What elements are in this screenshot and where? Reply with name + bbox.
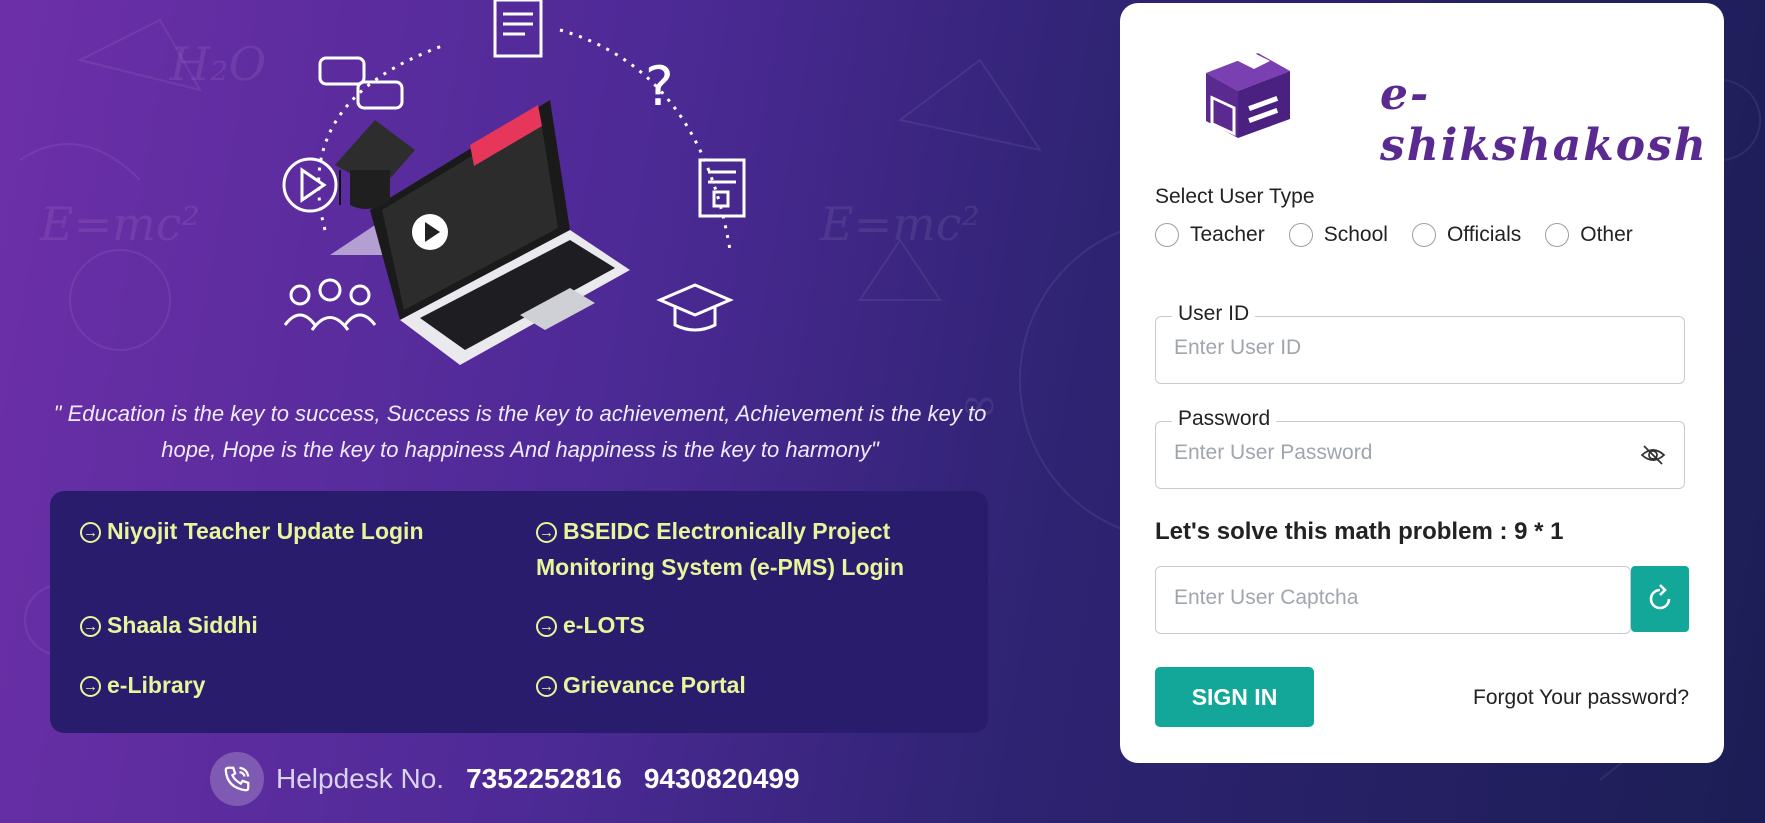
motivational-quote: " Education is the key to success, Succe…	[53, 401, 987, 462]
arrow-right-circle-icon: →	[536, 616, 557, 637]
svg-text:E=mc²: E=mc²	[39, 197, 200, 251]
helpdesk-number[interactable]: 9430820499	[644, 763, 800, 795]
elearning-illustration: ?	[282, 0, 746, 365]
captcha-input[interactable]	[1172, 585, 1596, 611]
chat-icon	[318, 56, 404, 110]
user-id-input[interactable]	[1172, 335, 1616, 361]
arrow-right-circle-icon: →	[536, 676, 557, 697]
svg-text:E=mc²: E=mc²	[819, 197, 980, 251]
link-e-lots[interactable]: → e-LOTS	[536, 607, 966, 643]
radio-school[interactable]: School	[1288, 223, 1388, 247]
arrow-right-circle-icon: →	[80, 616, 101, 637]
radio-circle[interactable]	[1288, 223, 1313, 247]
quick-links-panel: → Niyojit Teacher Update Login → BSEIDC El…	[50, 491, 988, 733]
refresh-icon	[1649, 584, 1671, 610]
helpdesk: Helpdesk No. 7352252816 9430820499	[210, 752, 800, 806]
helpdesk-label: Helpdesk No.	[276, 763, 445, 794]
brand-logo-icon	[1206, 51, 1290, 138]
brand-name: e-shikshakosh	[1380, 69, 1708, 171]
password-field: Password	[1155, 407, 1685, 489]
link-grievance-portal[interactable]: → Grievance Portal	[536, 667, 966, 703]
user-type-radio-group: Teacher School Officials Other	[1155, 223, 1657, 247]
radio-circle[interactable]	[1155, 223, 1179, 247]
link-shaala-siddhi[interactable]: → Shaala Siddhi	[80, 607, 470, 643]
question-icon: ?	[645, 55, 674, 118]
user-type-label: Select User Type	[1155, 185, 1315, 208]
radio-teacher[interactable]: Teacher	[1155, 223, 1265, 247]
refresh-captcha-button[interactable]	[1631, 566, 1689, 632]
login-card: e-shikshakosh Select User Type Teacher S…	[1120, 3, 1724, 763]
phone-icon	[210, 752, 264, 806]
brand-logo: e-shikshakosh	[1198, 43, 1706, 171]
user-id-label: User ID	[1172, 302, 1256, 326]
user-id-field: User ID	[1155, 302, 1685, 384]
link-bseidc-epms-login[interactable]: → BSEIDC Electronically Project Monitorin…	[536, 513, 966, 585]
play-icon	[282, 157, 338, 213]
radio-other[interactable]: Other	[1545, 223, 1633, 247]
eye-slash-icon[interactable]	[1640, 444, 1666, 471]
radio-circle[interactable]	[1545, 223, 1570, 247]
forgot-password-link[interactable]: Forgot Your password?	[1473, 686, 1689, 710]
captcha-math-prompt: Let's solve this math problem : 9 * 1	[1155, 518, 1564, 545]
sign-in-button[interactable]: SIGN IN	[1155, 667, 1314, 727]
link-niyojit-teacher-login[interactable]: → Niyojit Teacher Update Login	[80, 513, 470, 549]
radio-circle[interactable]	[1411, 223, 1436, 247]
password-input[interactable]	[1172, 440, 1616, 466]
graduation-cap-icon	[656, 283, 734, 332]
captcha-field	[1155, 566, 1631, 634]
document-icon	[493, 0, 543, 58]
link-e-library[interactable]: → e-Library	[80, 667, 470, 703]
arrow-right-circle-icon: →	[80, 676, 101, 697]
arrow-right-circle-icon: →	[536, 522, 557, 543]
arrow-right-circle-icon: →	[80, 522, 101, 543]
users-icon	[283, 278, 377, 331]
svg-text:H₂O: H₂O	[169, 37, 266, 91]
password-label: Password	[1172, 407, 1277, 431]
radio-officials[interactable]: Officials	[1411, 223, 1521, 247]
helpdesk-number[interactable]: 7352252816	[466, 763, 622, 795]
